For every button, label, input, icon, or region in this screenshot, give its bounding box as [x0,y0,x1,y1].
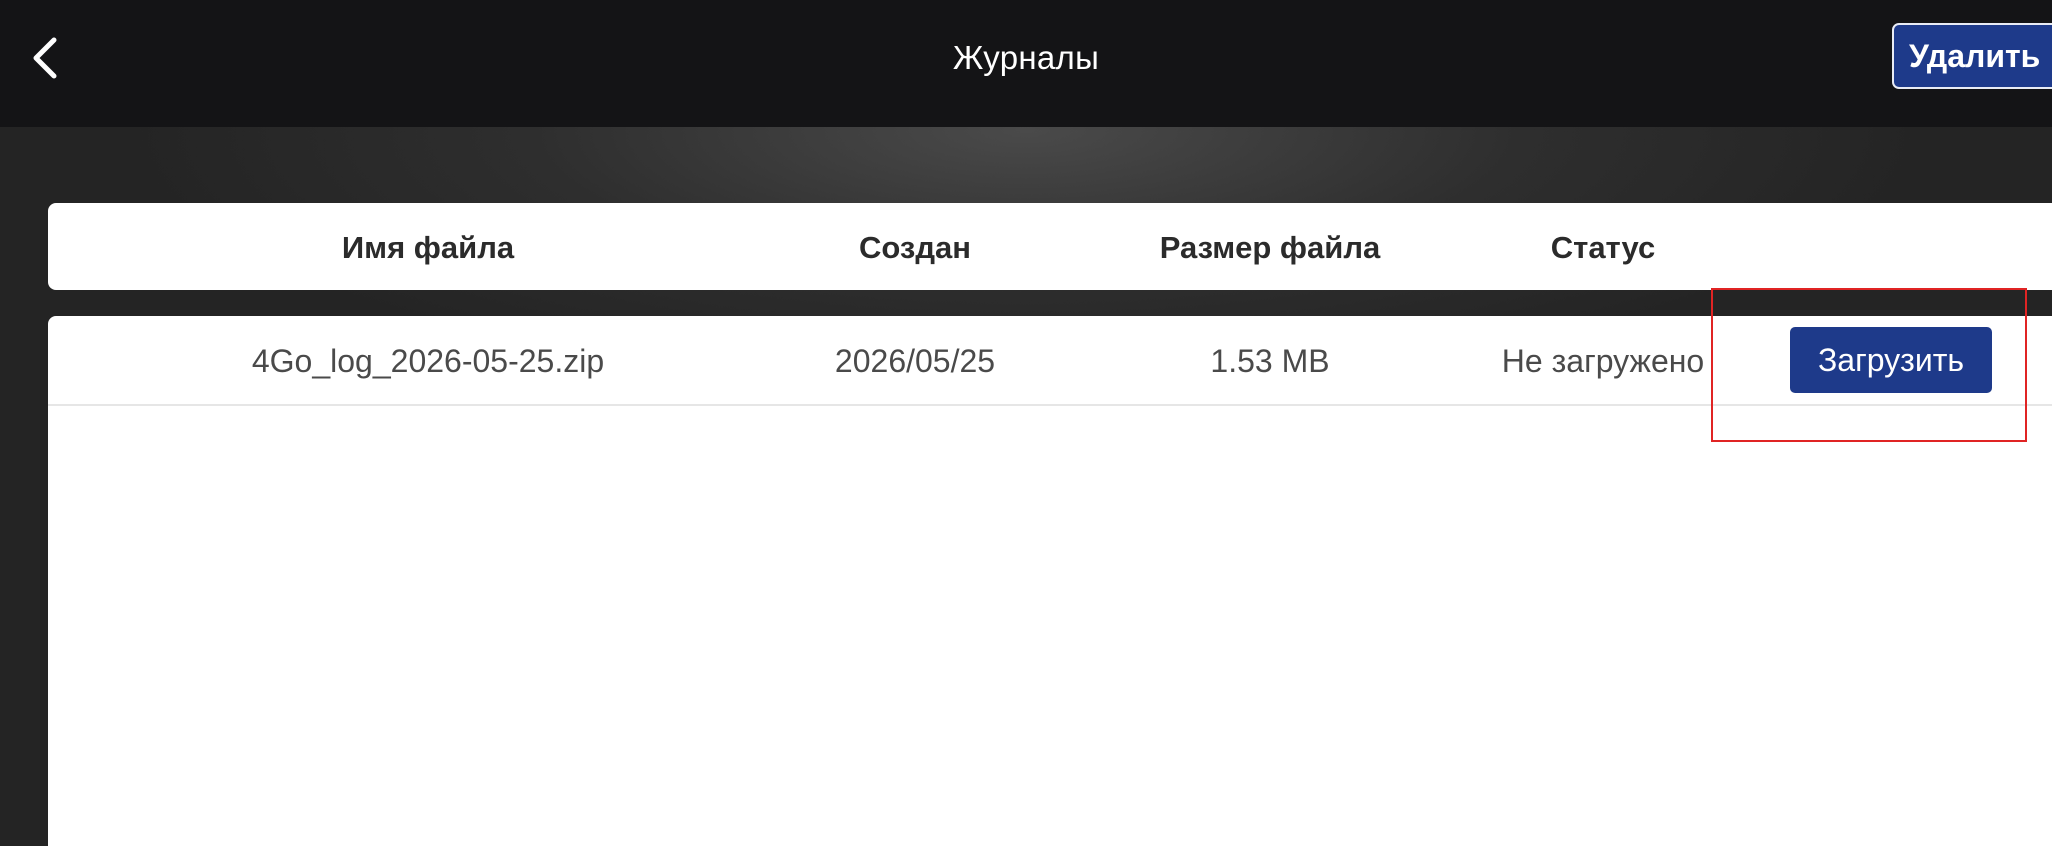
table-header: Имя файла Создан Размер файла Статус [48,203,2052,290]
column-header-created: Создан [859,230,971,265]
column-header-size: Размер файла [1159,230,1381,265]
highlight-box [1711,288,2027,442]
size-cell: 1.53 MB [1210,343,1330,379]
created-cell: 2026/05/25 [834,343,996,379]
filename-cell: 4Go_log_2026-05-25.zip [251,343,605,379]
column-header-status: Статус [1550,230,1656,265]
delete-button[interactable]: Удалить [1892,23,2052,89]
column-header-filename: Имя файла [341,230,515,265]
page-title: Журналы [952,39,1100,76]
top-bar: Журналы Удалить [0,0,2052,127]
